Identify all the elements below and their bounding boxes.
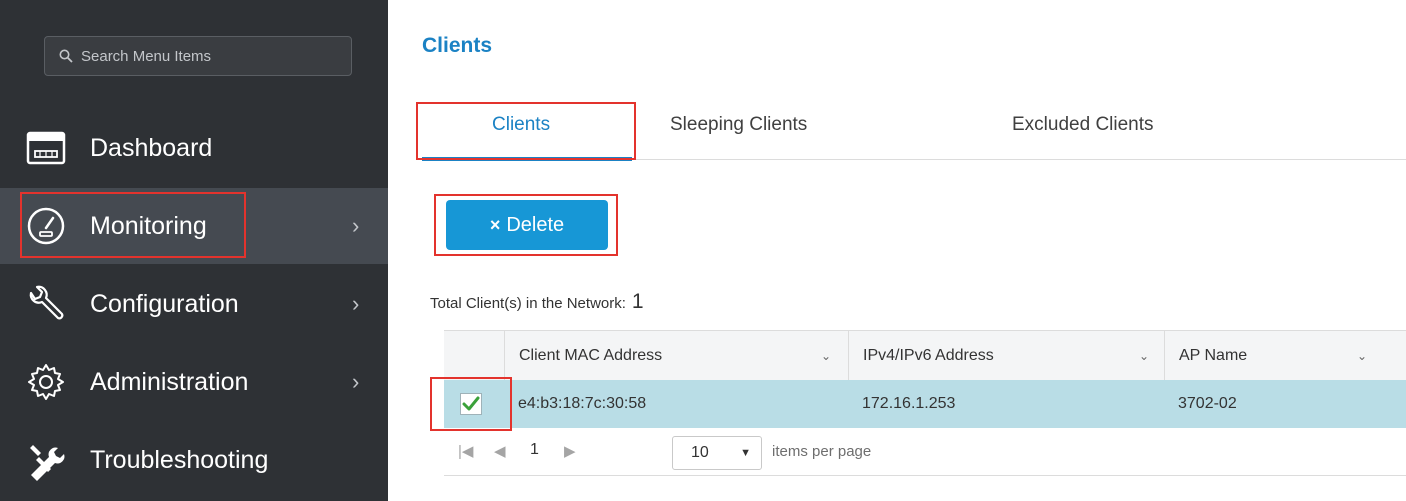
search-placeholder: Search Menu Items: [81, 47, 212, 65]
next-page-icon[interactable]: ▶: [564, 442, 576, 460]
sidebar-item-label: Dashboard: [90, 133, 213, 162]
active-tab-indicator: [422, 157, 632, 161]
search-input[interactable]: Search Menu Items: [44, 36, 352, 76]
sidebar-item-troubleshooting[interactable]: Troubleshooting: [0, 422, 388, 498]
chevron-right-icon: ›: [352, 213, 360, 238]
gear-icon: [24, 360, 68, 404]
cell-mac: e4:b3:18:7c:30:58: [518, 395, 647, 412]
sidebar-item-dashboard[interactable]: Dashboard: [0, 110, 388, 186]
first-page-icon[interactable]: |◀: [458, 442, 473, 460]
sidebar-item-administration[interactable]: Administration ›: [0, 344, 388, 420]
total-clients-count: 1: [631, 290, 644, 313]
table-header: Client MAC Address ⌄ IPv4/IPv6 Address ⌄…: [444, 330, 1406, 381]
close-icon: ×: [489, 214, 501, 235]
cell-ap-name: 3702-02: [1178, 395, 1237, 412]
chevron-right-icon: ›: [352, 291, 360, 316]
page-title: Clients: [422, 34, 493, 57]
gauge-icon: [24, 204, 68, 248]
chevron-down-icon: ⌄: [1139, 349, 1150, 363]
column-header-ip[interactable]: IPv4/IPv6 Address ⌄: [848, 331, 1164, 381]
search-icon: [59, 49, 73, 63]
tab-sleeping-clients[interactable]: Sleeping Clients: [670, 114, 807, 136]
pagination: |◀ ◀ 1 ▶ 10 ▼ items per page: [444, 428, 1406, 476]
tab-excluded-clients[interactable]: Excluded Clients: [1012, 114, 1154, 136]
sidebar-item-monitoring[interactable]: Monitoring ›: [0, 188, 388, 264]
main-content: Clients Clients Sleeping Clients Exclude…: [388, 0, 1406, 501]
column-header-mac[interactable]: Client MAC Address ⌄: [504, 331, 848, 381]
current-page: 1: [530, 441, 539, 458]
cell-ip: 172.16.1.253: [862, 395, 956, 412]
tab-bar: Clients Sleeping Clients Excluded Client…: [420, 104, 1406, 161]
dashboard-icon: [24, 126, 68, 170]
sidebar-item-label: Monitoring: [90, 211, 207, 240]
items-per-page-value: 10: [691, 444, 709, 461]
tools-icon: [24, 438, 68, 482]
total-clients: Total Client(s) in the Network: 1: [430, 290, 644, 314]
items-per-page-select[interactable]: 10 ▼: [672, 436, 762, 470]
caret-down-icon: ▼: [740, 447, 751, 459]
checkmark-icon: [462, 396, 480, 411]
sidebar-item-label: Configuration: [90, 289, 239, 318]
chevron-down-icon: ⌄: [821, 349, 832, 363]
sidebar: Search Menu Items Dashboard Monitoring ›…: [0, 0, 388, 501]
items-per-page-label: items per page: [772, 443, 872, 460]
delete-button-label: Delete: [506, 213, 565, 236]
chevron-right-icon: ›: [352, 369, 360, 394]
sidebar-item-label: Administration: [90, 367, 249, 396]
delete-button[interactable]: × Delete: [446, 200, 608, 250]
row-checkbox[interactable]: [460, 393, 482, 415]
wrench-icon: [24, 282, 68, 326]
total-clients-label: Total Client(s) in the Network:: [430, 295, 626, 312]
prev-page-icon[interactable]: ◀: [494, 442, 506, 460]
tab-clients[interactable]: Clients: [492, 114, 550, 136]
sidebar-item-label: Troubleshooting: [90, 445, 269, 474]
sidebar-item-configuration[interactable]: Configuration ›: [0, 266, 388, 342]
table-row[interactable]: e4:b3:18:7c:30:58 172.16.1.253 3702-02: [444, 380, 1406, 428]
column-header-ap-name[interactable]: AP Name ⌄: [1164, 331, 1406, 381]
chevron-down-icon: ⌄: [1357, 349, 1368, 363]
